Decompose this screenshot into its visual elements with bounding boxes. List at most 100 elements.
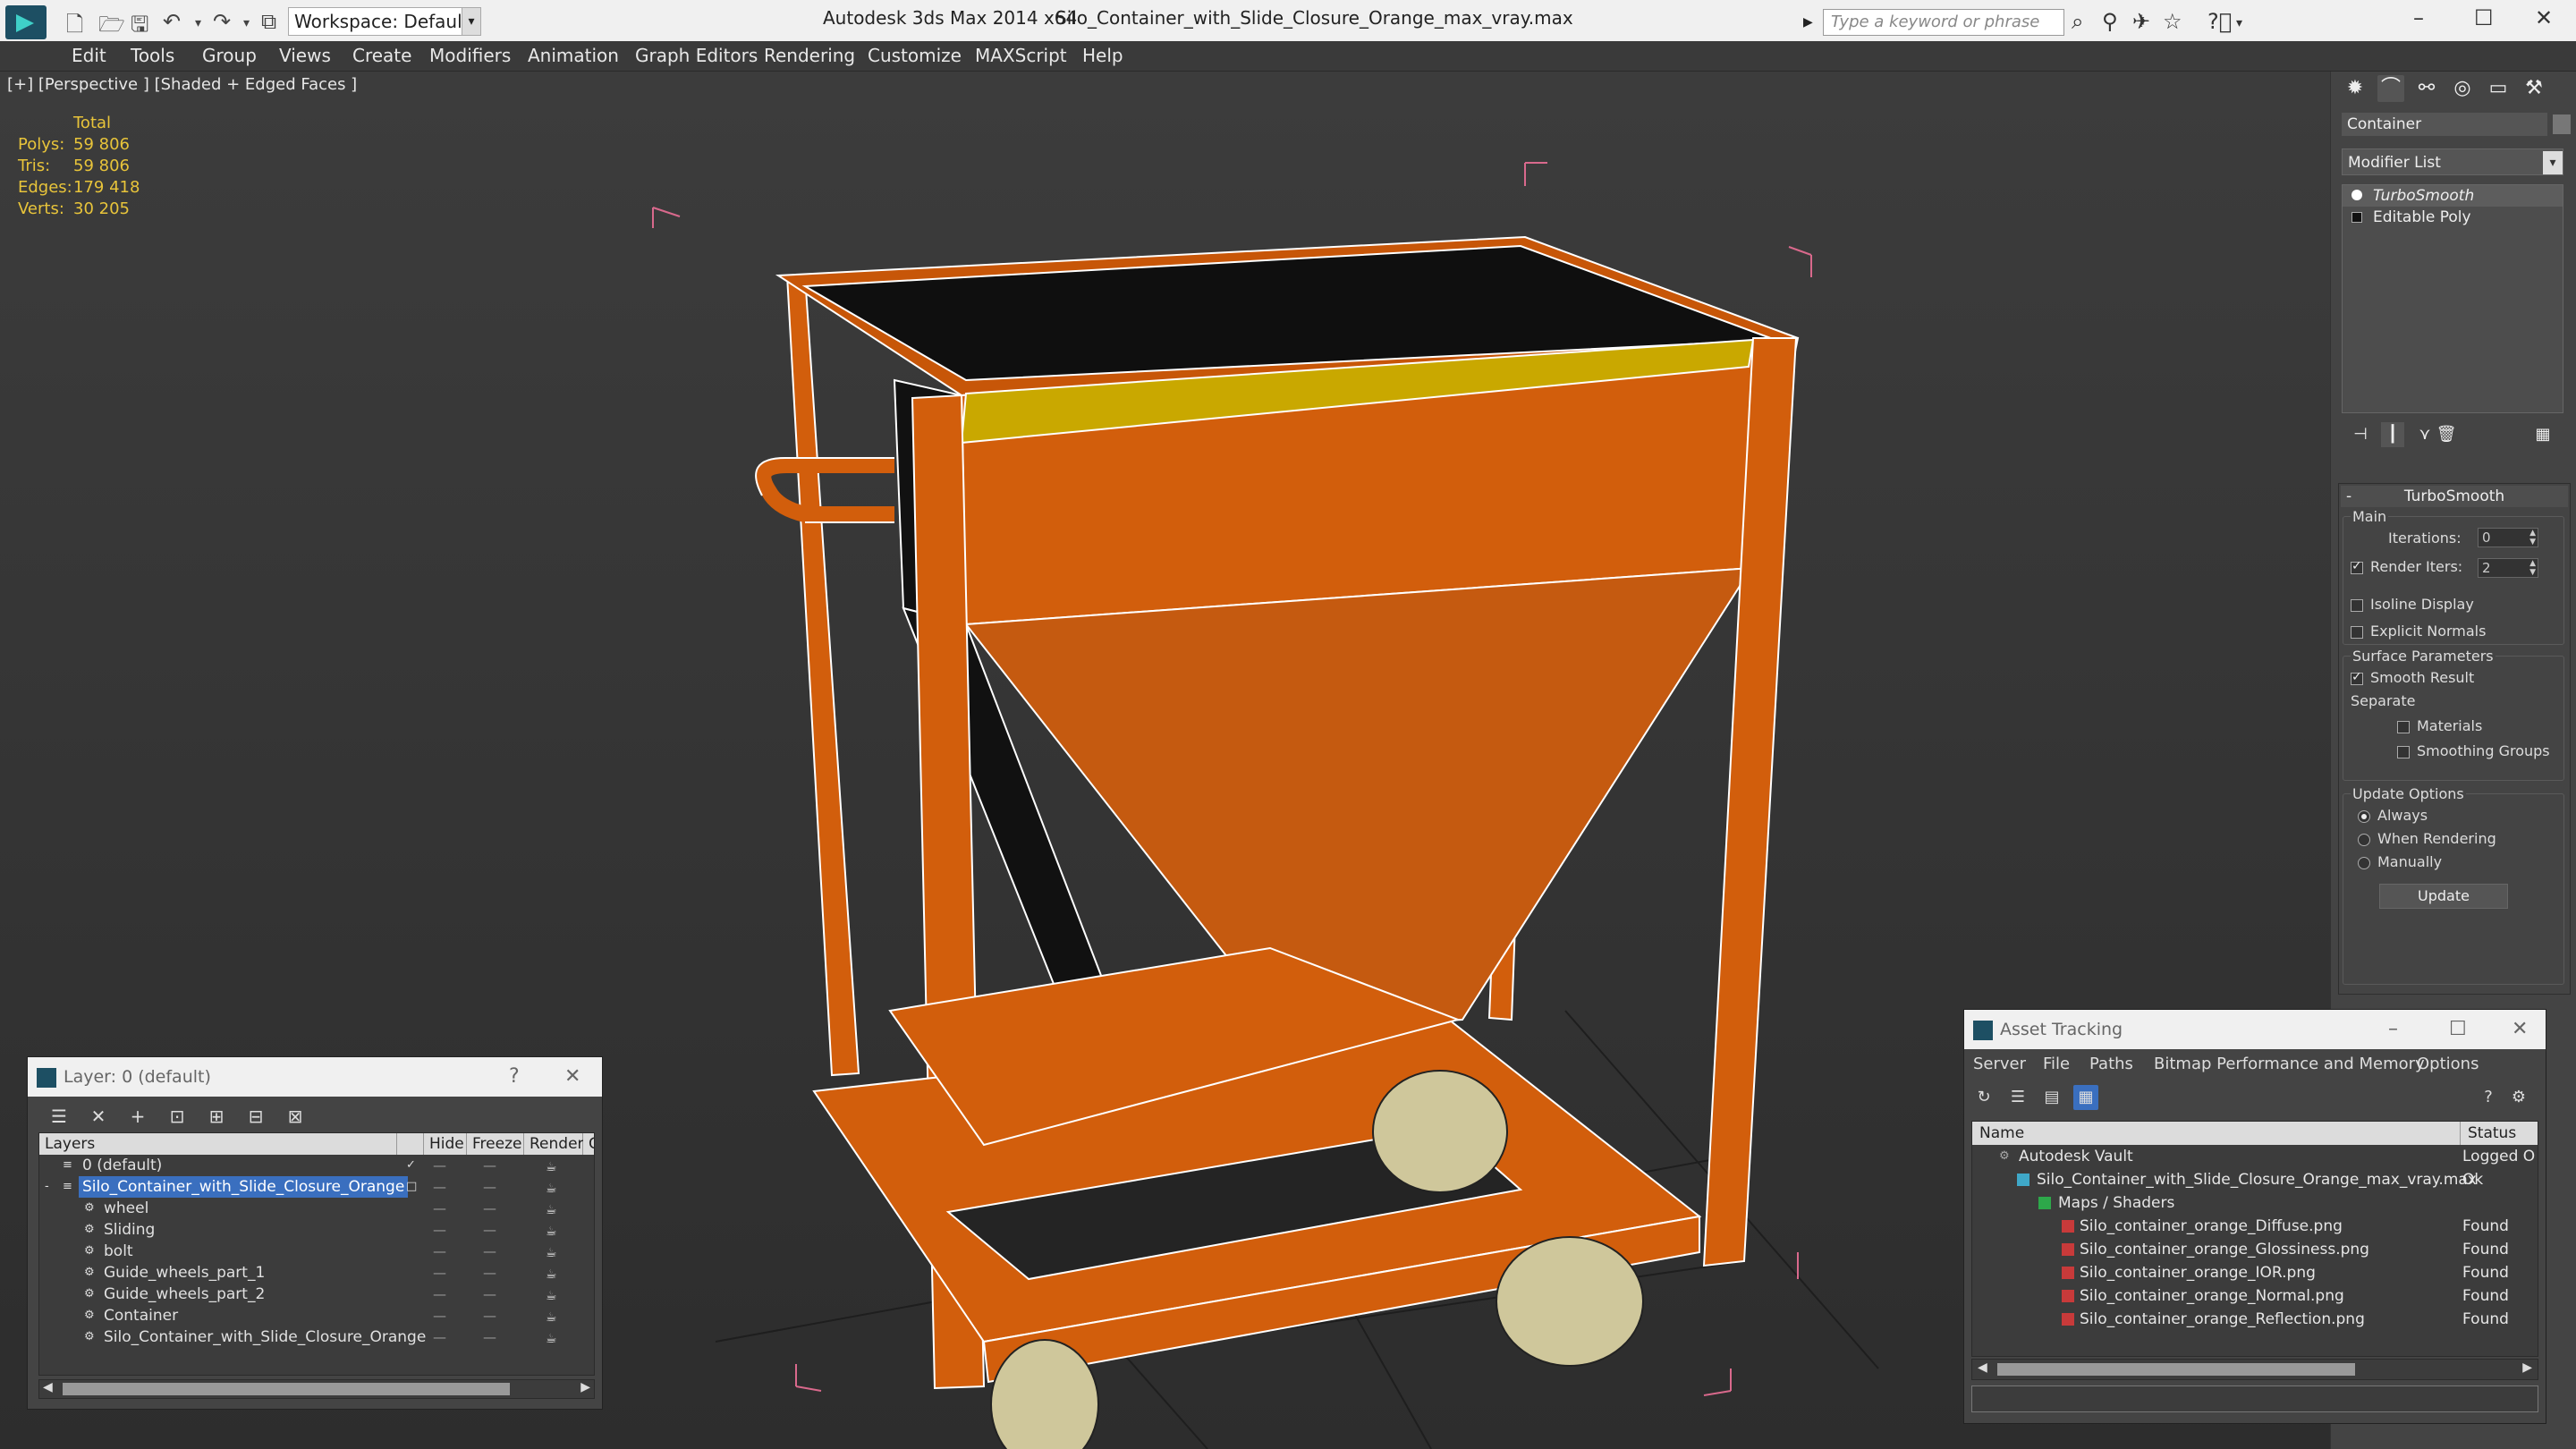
teapot-render-icon[interactable]: ☕ (546, 1264, 557, 1285)
teapot-render-icon[interactable]: ☕ (546, 1157, 557, 1178)
smoothing-groups-row[interactable]: Smoothing Groups (2397, 742, 2550, 759)
object-row[interactable]: ⚙ Container — — ☕ (39, 1305, 594, 1328)
menu-modifiers[interactable]: Modifiers (429, 45, 511, 66)
object-row[interactable]: ⚙ Guide_wheels_part_2 — — ☕ (39, 1284, 594, 1305)
layers-column-header[interactable]: Layers (39, 1133, 397, 1155)
object-name[interactable]: Sliding (100, 1219, 158, 1241)
freeze-toggle[interactable]: — (483, 1155, 496, 1176)
search-input[interactable]: Type a keyword or phrase (1823, 9, 2064, 36)
object-row[interactable]: ⚙ wheel — — ☕ (39, 1198, 594, 1221)
help-icon[interactable]: ? (2476, 1085, 2501, 1110)
freeze-toggle[interactable]: — (483, 1198, 496, 1219)
menu-file[interactable]: File (2043, 1055, 2070, 1073)
render-iters-checkbox[interactable] (2351, 559, 2363, 574)
table-view-icon[interactable]: ▦ (2073, 1085, 2098, 1110)
asset-row[interactable]: Maps / Shaders (1972, 1191, 2538, 1215)
isoline-display-checkbox[interactable] (2351, 598, 2363, 612)
show-end-result-icon[interactable]: ┃ (2381, 422, 2404, 447)
maximize-button[interactable]: ☐ (2449, 1010, 2467, 1049)
hide-toggle[interactable]: — (433, 1262, 446, 1284)
smoothing-groups-checkbox[interactable] (2397, 745, 2410, 758)
iterations-spinner[interactable]: 0 ▲ ▼ (2478, 528, 2538, 547)
select-layer-icon[interactable]: ⊞ (203, 1104, 230, 1129)
always-radio[interactable] (2358, 809, 2370, 823)
rollout-title[interactable]: - TurboSmooth (2341, 486, 2568, 507)
object-name[interactable]: Guide_wheels_part_1 (100, 1262, 268, 1284)
explicit-normals-checkbox[interactable] (2351, 625, 2363, 639)
maximize-button[interactable]: ☐ (2474, 5, 2494, 30)
scroll-thumb[interactable] (63, 1383, 510, 1395)
redo-icon[interactable]: ↷ (213, 9, 231, 34)
hide-all-icon[interactable]: ⊠ (282, 1104, 309, 1129)
close-button[interactable]: ✕ (2512, 1010, 2528, 1049)
teapot-render-icon[interactable]: ☕ (546, 1199, 557, 1221)
hide-toggle[interactable]: — (433, 1284, 446, 1305)
scroll-left-icon[interactable]: ◀ (43, 1380, 53, 1394)
name-column-header[interactable]: Name (1972, 1122, 2461, 1145)
hide-column-header[interactable]: Hide (424, 1133, 467, 1155)
viewport-label[interactable]: [+] [Perspective ] [Shaded + Edged Faces… (7, 75, 357, 94)
undo-dropdown-icon[interactable]: ▾ (195, 16, 201, 30)
teapot-render-icon[interactable]: ☕ (546, 1221, 557, 1242)
render-column-header[interactable]: Render (524, 1133, 584, 1155)
open-file-icon[interactable]: 🗁 (98, 9, 125, 46)
layer-window-titlebar[interactable]: Layer: 0 (default) ? ✕ (28, 1057, 602, 1097)
hide-toggle[interactable]: — (433, 1305, 446, 1326)
object-color-swatch[interactable] (2553, 114, 2571, 134)
object-name[interactable]: Silo_Container_with_Slide_Closure_Orange (100, 1326, 429, 1348)
redo-dropdown-icon[interactable]: ▾ (243, 16, 250, 30)
object-name-field[interactable]: Container (2342, 113, 2547, 136)
scroll-right-icon[interactable]: ▶ (580, 1380, 590, 1394)
layer-name[interactable]: Silo_Container_with_Slide_Closure_Orange (79, 1176, 409, 1198)
layer-row[interactable]: ≡ 0 (default) ✓ — — ☕ (39, 1155, 594, 1178)
teapot-render-icon[interactable]: ☕ (546, 1178, 557, 1199)
c-column-header[interactable]: C (583, 1133, 594, 1155)
freeze-toggle[interactable]: — (483, 1284, 496, 1305)
pin-stack-icon[interactable]: ⊣ (2349, 422, 2372, 447)
object-name[interactable]: Container (100, 1305, 182, 1326)
select-objects-icon[interactable]: ⊡ (164, 1104, 191, 1129)
add-to-layer-icon[interactable]: + (124, 1104, 151, 1129)
asset-row[interactable]: Silo_container_orange_Reflection.png Fou… (1972, 1308, 2538, 1331)
communication-icon[interactable]: ✈ (2132, 9, 2150, 34)
render-iters-spinner[interactable]: 2 ▲ ▼ (2478, 558, 2538, 578)
scroll-left-icon[interactable]: ◀ (1978, 1360, 1987, 1375)
minimize-button[interactable]: – (2413, 5, 2424, 30)
menu-views[interactable]: Views (279, 45, 331, 66)
search-expand-icon[interactable]: ▶ (1803, 9, 1821, 36)
new-file-icon[interactable]: 🗋 (66, 9, 83, 46)
freeze-toggle[interactable]: — (483, 1176, 496, 1198)
settings-icon[interactable]: ⚙ (2506, 1085, 2531, 1110)
help-dropdown-icon[interactable]: ▾ (2236, 16, 2242, 30)
close-icon[interactable]: ✕ (564, 1057, 580, 1097)
workspace-select[interactable]: Workspace: Default (288, 7, 479, 36)
menu-server[interactable]: Server (1973, 1055, 2026, 1073)
menu-tools[interactable]: Tools (131, 45, 174, 66)
hide-toggle[interactable]: — (433, 1326, 446, 1348)
create-tab-icon[interactable]: ✹ (2342, 75, 2368, 102)
asset-window-titlebar[interactable]: Asset Tracking – ☐ ✕ (1964, 1010, 2546, 1049)
hierarchy-tab-icon[interactable]: ⚯ (2413, 75, 2440, 102)
layer-row[interactable]: - ≡ Silo_Container_with_Slide_Closure_Or… (39, 1176, 594, 1199)
isoline-display-row[interactable]: Isoline Display (2351, 596, 2474, 613)
teapot-render-icon[interactable]: ☕ (546, 1307, 557, 1328)
modifier-list-dropdown[interactable]: Modifier List ▾ (2342, 148, 2563, 175)
object-row[interactable]: ⚙ Silo_Container_with_Slide_Closure_Oran… (39, 1326, 594, 1348)
freeze-toggle[interactable]: — (483, 1326, 496, 1348)
smooth-result-row[interactable]: Smooth Result (2351, 669, 2474, 686)
menu-bitmap-performance[interactable]: Bitmap Performance and Memory (2154, 1055, 2425, 1073)
menu-maxscript[interactable]: MAXScript (975, 45, 1067, 66)
hide-toggle[interactable]: — (433, 1241, 446, 1262)
app-logo-icon[interactable] (5, 5, 47, 39)
render-iters-row[interactable]: Render Iters: (2351, 558, 2462, 575)
list-view-icon[interactable]: ☰ (2005, 1085, 2030, 1110)
asset-row[interactable]: ⚙ Autodesk Vault Logged O (1972, 1145, 2538, 1168)
object-name[interactable]: bolt (100, 1241, 137, 1262)
menu-options[interactable]: Options (2417, 1055, 2479, 1073)
object-row[interactable]: ⚙ Guide_wheels_part_1 — — ☕ (39, 1262, 594, 1285)
stack-item-editable-poly[interactable]: Editable Poly (2343, 207, 2563, 228)
when-rendering-row[interactable]: When Rendering (2358, 830, 2496, 847)
binoculars-icon[interactable]: ⌕ (2072, 9, 2083, 34)
asset-row[interactable]: Silo_container_orange_Diffuse.png Found (1972, 1215, 2538, 1238)
smooth-result-checkbox[interactable] (2351, 670, 2363, 685)
